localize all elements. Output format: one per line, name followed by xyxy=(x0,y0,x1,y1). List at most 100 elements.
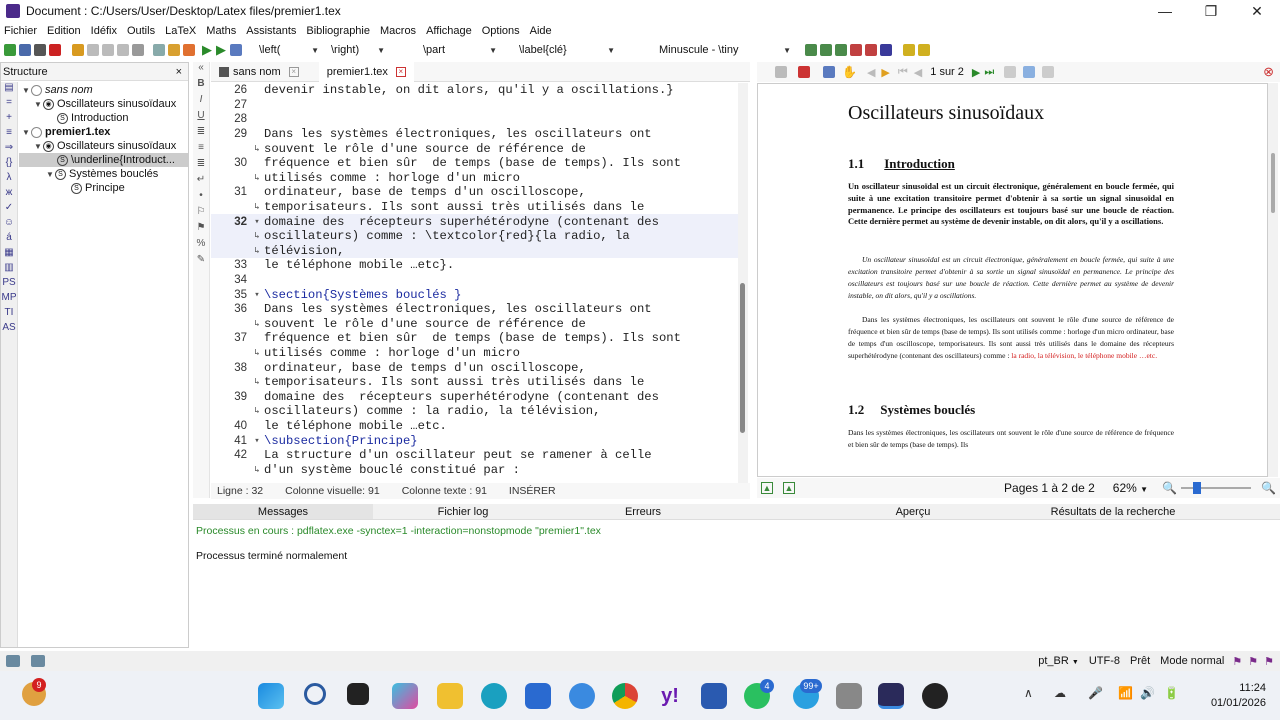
sync-app-icon[interactable] xyxy=(569,683,595,709)
tikz-icon[interactable]: ▥ xyxy=(1,262,17,277)
uncomment-icon[interactable]: ✎ xyxy=(193,254,209,270)
texmaker-taskbar-icon[interactable] xyxy=(878,683,904,709)
windows-start-icon[interactable] xyxy=(258,683,284,709)
tab-search-results[interactable]: Résultats de la recherche xyxy=(1023,504,1203,519)
tab-errors[interactable]: Erreurs xyxy=(553,504,733,519)
first-page-icon[interactable]: ⏮ xyxy=(898,66,908,79)
remove-row-icon[interactable] xyxy=(850,44,862,56)
task-view-icon[interactable] xyxy=(347,683,369,705)
redo-icon[interactable] xyxy=(87,44,99,56)
tree-item[interactable]: ▼ ◉ Oscillateurs sinusoïdaux xyxy=(19,97,188,111)
preview-scrollbar[interactable] xyxy=(1268,83,1278,477)
scrollbar-thumb[interactable] xyxy=(740,283,745,433)
cut-icon[interactable] xyxy=(117,44,129,56)
menu-outils[interactable]: Outils xyxy=(127,25,155,37)
file-explorer-icon[interactable] xyxy=(437,683,463,709)
rotate-icon[interactable] xyxy=(1042,66,1055,78)
reference-combo[interactable]: \label{clé} ▼ xyxy=(515,42,619,58)
store-icon[interactable] xyxy=(525,683,551,709)
align-center-icon[interactable]: ≡ xyxy=(193,142,209,158)
microphone-icon[interactable]: 🎤 xyxy=(1088,686,1103,700)
prev-page-icon[interactable]: ◀ xyxy=(914,66,922,79)
menu-bibliographie[interactable]: Bibliographie xyxy=(306,25,370,37)
zoom-in-icon[interactable]: 🔍 xyxy=(1261,481,1276,495)
error-icon[interactable] xyxy=(918,44,930,56)
clock[interactable]: 11:24 01/01/2026 xyxy=(1196,681,1266,711)
warning-icon[interactable] xyxy=(903,44,915,56)
arrow-icon[interactable]: ⇒ xyxy=(1,142,17,157)
tray-chevron-icon[interactable]: ∧ xyxy=(1024,686,1033,700)
tree-item[interactable]: ▼ ◉ Oscillateurs sinusoïdaux xyxy=(19,139,188,153)
add-column-icon[interactable] xyxy=(835,44,847,56)
pstricks-icon[interactable]: PS xyxy=(1,277,17,292)
tree-item[interactable]: ▼ sans nom xyxy=(19,83,188,97)
copy-icon[interactable] xyxy=(102,44,114,56)
menu-idefix[interactable]: Idéfix xyxy=(91,25,117,37)
next-icon[interactable]: ▶ xyxy=(881,66,889,79)
bookmark-icon[interactable]: ⚐ xyxy=(193,206,209,222)
speaker-icon[interactable]: 🔊 xyxy=(1140,686,1155,700)
operator-icon[interactable]: + xyxy=(1,112,17,127)
sync-icon[interactable]: ▲ xyxy=(761,482,773,494)
quick-build-icon[interactable]: ▶ xyxy=(202,42,212,58)
pdf-page[interactable]: Oscillateurs sinusoïdaux 1.1 Introduction… xyxy=(757,83,1268,477)
close-window-button[interactable]: ✕ xyxy=(1234,3,1280,20)
zoom-icon[interactable] xyxy=(823,66,835,78)
align-left-icon[interactable]: ≣ xyxy=(193,126,209,142)
metapost-text-icon[interactable]: MP xyxy=(1,292,17,307)
menu-fichier[interactable]: Fichier xyxy=(4,25,37,37)
right-delimiter-combo[interactable]: \right) ▼ xyxy=(327,42,389,58)
tree-item[interactable]: ▼ S Systèmes bouclés xyxy=(19,167,188,181)
edge-icon[interactable] xyxy=(481,683,507,709)
tabular-icon[interactable] xyxy=(805,44,817,56)
zoom-out-icon[interactable]: 🔍 xyxy=(1162,481,1177,495)
app-icon[interactable] xyxy=(836,683,862,709)
scrollbar-thumb[interactable] xyxy=(1271,153,1275,213)
asymptote-icon[interactable]: AS xyxy=(1,322,17,337)
view-pdf-icon[interactable] xyxy=(230,44,242,56)
open-file-icon[interactable] xyxy=(19,44,31,56)
menu-aide[interactable]: Aide xyxy=(530,25,552,37)
bookmark-add-icon[interactable]: ⚑ xyxy=(193,222,209,238)
comment-icon[interactable]: % xyxy=(193,238,209,254)
battery-icon[interactable]: 🔋 xyxy=(1164,686,1179,700)
greek-lambda-icon[interactable]: λ xyxy=(1,172,17,187)
check-icon[interactable]: ✓ xyxy=(1,202,17,217)
misc-symbol-icon[interactable]: ж xyxy=(1,187,17,202)
font-size-combo[interactable]: Minuscule - \tiny ▼ xyxy=(655,42,795,58)
item-icon[interactable]: • xyxy=(193,190,209,206)
compile-settings-icon[interactable] xyxy=(153,44,165,56)
close-tab-icon[interactable]: × xyxy=(395,66,406,77)
bookmark-icon[interactable]: ⚑ xyxy=(1248,655,1258,668)
wifi-icon[interactable]: 📶 xyxy=(1118,686,1133,700)
chrome-icon[interactable] xyxy=(612,683,638,709)
italic-icon[interactable]: I xyxy=(193,94,209,110)
bold-icon[interactable]: B xyxy=(193,78,209,94)
toggle-structure-icon[interactable] xyxy=(6,655,20,667)
tree-item[interactable]: S \underline{Introduct... xyxy=(19,153,188,167)
save-icon[interactable] xyxy=(34,44,46,56)
next-page-icon[interactable]: ▶ xyxy=(972,66,980,79)
sectioning-combo[interactable]: \part ▼ xyxy=(419,42,501,58)
prev-icon[interactable]: ◀ xyxy=(867,66,875,79)
align-icon[interactable] xyxy=(880,44,892,56)
two-pages-icon[interactable] xyxy=(1023,66,1036,78)
bookmark-icon[interactable]: ⚑ xyxy=(1264,655,1274,668)
align-right-icon[interactable]: ≣ xyxy=(193,158,209,174)
fit-width-icon[interactable] xyxy=(775,66,787,78)
bookmark-icon[interactable]: ⚑ xyxy=(1232,655,1242,668)
menu-macros[interactable]: Macros xyxy=(380,25,416,37)
editor-scrollbar[interactable] xyxy=(738,83,748,483)
search-icon[interactable] xyxy=(304,683,326,705)
expand-icon[interactable]: « xyxy=(193,62,209,78)
code-editor[interactable]: 26 devenir instable, on dit alors, qu'il … xyxy=(211,83,738,483)
zoom-slider[interactable] xyxy=(1181,481,1252,495)
accent-icon[interactable]: á xyxy=(1,232,17,247)
tree-item[interactable]: S Principe xyxy=(19,181,188,195)
clean-icon[interactable] xyxy=(183,44,195,56)
menu-maths[interactable]: Maths xyxy=(206,25,236,37)
build-icon[interactable] xyxy=(168,44,180,56)
close-file-icon[interactable] xyxy=(49,44,61,56)
word-icon[interactable] xyxy=(701,683,727,709)
page-indicator[interactable]: 1 sur 2 xyxy=(930,66,964,78)
